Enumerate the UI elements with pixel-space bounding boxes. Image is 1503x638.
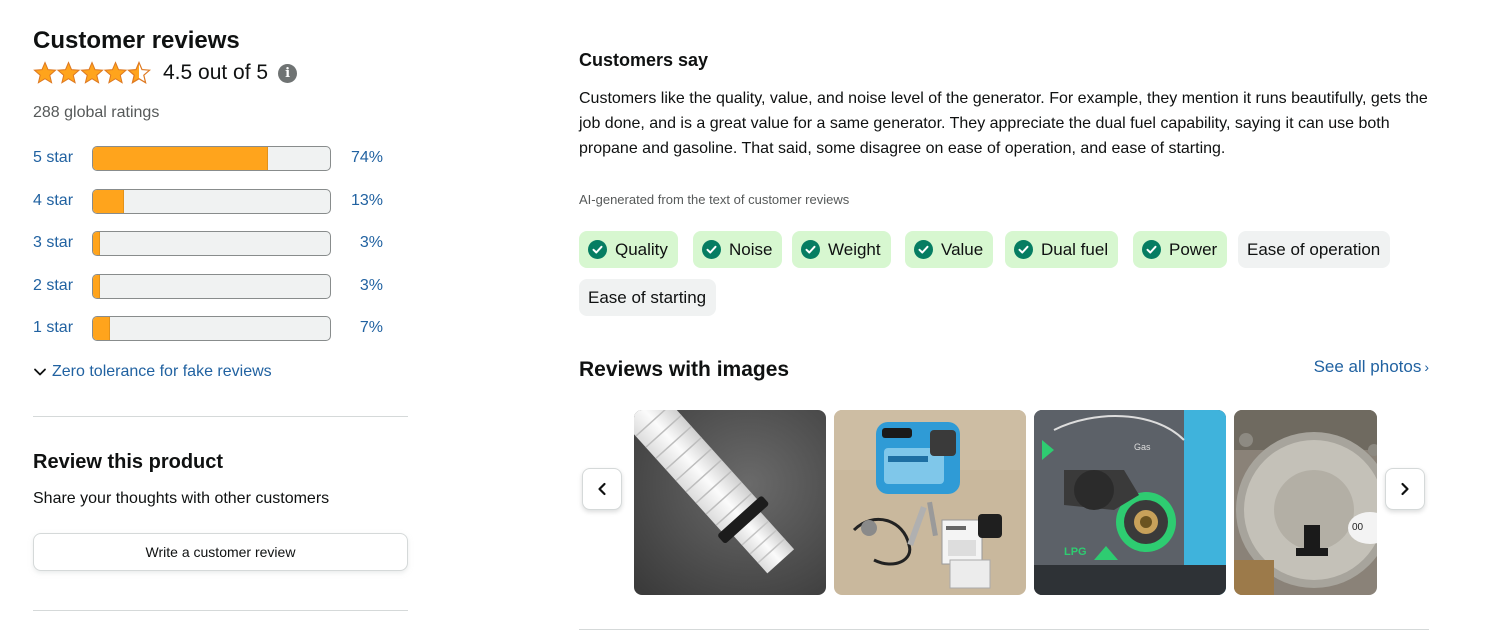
aspect-chip-label: Weight (828, 239, 881, 259)
aspect-chip-value[interactable]: Value (905, 231, 994, 268)
review-image: 00 (1234, 410, 1377, 595)
aspect-chip-dual-fuel[interactable]: Dual fuel (1005, 231, 1119, 268)
svg-text:Gas: Gas (1134, 442, 1151, 452)
zero-tolerance-label[interactable]: Zero tolerance for fake reviews (52, 363, 272, 381)
histogram-row-3-star[interactable]: 3 star 3% (33, 230, 393, 256)
histogram-bar[interactable] (92, 315, 331, 341)
review-image-thumbnail[interactable]: 00 (1234, 410, 1377, 595)
aspect-chip-label: Power (1169, 239, 1218, 259)
aspect-chip-ease-of-starting[interactable]: Ease of starting (579, 279, 717, 316)
histogram-row-4-star[interactable]: 4 star 13% (33, 188, 393, 214)
average-rating[interactable]: 4.5 out of 5 i (33, 61, 298, 85)
divider (33, 610, 408, 611)
check-circle-icon (588, 240, 607, 259)
reviews-with-images-title: Reviews with images (579, 358, 790, 381)
chevron-down-icon (34, 368, 46, 376)
histogram-bar[interactable] (92, 145, 331, 171)
divider (33, 416, 408, 417)
review-image (634, 410, 826, 595)
review-image-thumbnail[interactable] (634, 410, 826, 595)
histogram-percent[interactable]: 3% (331, 234, 383, 252)
check-circle-icon (1142, 240, 1161, 259)
aspect-chip-quality[interactable]: Quality (579, 231, 678, 268)
carousel-prev-button[interactable] (582, 468, 622, 510)
review-product-subtitle: Share your thoughts with other customers (33, 490, 330, 507)
histogram-percent[interactable]: 13% (331, 192, 383, 210)
aspect-chip-power[interactable]: Power (1133, 231, 1228, 268)
customers-say-title: Customers say (579, 50, 709, 70)
see-all-photos-label[interactable]: See all photos (1314, 357, 1422, 376)
divider (579, 629, 1429, 630)
histogram-bar[interactable] (92, 273, 331, 299)
svg-text:00: 00 (1352, 522, 1364, 533)
info-icon[interactable]: i (278, 63, 298, 83)
check-circle-icon (702, 240, 721, 259)
svg-text:LPG: LPG (1064, 546, 1087, 558)
aspect-chip-label: Noise (729, 239, 773, 259)
histogram-fill (93, 146, 269, 170)
aspect-chip-label: Quality (615, 239, 668, 259)
histogram-fill (93, 189, 124, 213)
carousel-next-button[interactable] (1385, 468, 1425, 510)
aspect-chip-weight[interactable]: Weight (792, 231, 891, 268)
aspect-chip-label: Value (941, 239, 984, 259)
review-image (834, 410, 1026, 595)
rating-text: 4.5 out of 5 (163, 61, 269, 84)
star-rating (33, 61, 151, 85)
ai-generated-note: AI-generated from the text of customer r… (579, 192, 850, 207)
aspect-chip-noise[interactable]: Noise (693, 231, 783, 268)
aspect-chip-label: Ease of starting (588, 287, 707, 307)
histogram-percent[interactable]: 3% (331, 277, 383, 295)
customer-reviews-title: Customer reviews (33, 27, 240, 54)
histogram-row-1-star[interactable]: 1 star 7% (33, 315, 393, 341)
histogram-bar[interactable] (92, 188, 331, 214)
histogram-fill (93, 231, 101, 255)
histogram-row-5-star[interactable]: 5 star 74% (33, 145, 393, 171)
write-review-button[interactable]: Write a customer review (33, 533, 408, 571)
check-circle-icon (914, 240, 933, 259)
aspect-chip-label: Ease of operation (1247, 239, 1381, 259)
customers-say-summary: Customers like the quality, value, and n… (579, 90, 1428, 157)
histogram-label[interactable]: 3 star (33, 234, 92, 252)
check-circle-icon (801, 240, 820, 259)
aspect-chip-ease-of-operation[interactable]: Ease of operation (1238, 231, 1391, 268)
see-all-photos-link[interactable]: See all photos › (1314, 357, 1429, 377)
histogram-label[interactable]: 4 star (33, 192, 92, 210)
histogram-percent[interactable]: 74% (331, 149, 383, 167)
review-image-thumbnail[interactable]: Gas LPG (1034, 410, 1226, 595)
check-circle-icon (1014, 240, 1033, 259)
review-image: Gas LPG (1034, 410, 1226, 595)
review-product-title: Review this product (33, 451, 224, 473)
review-images-carousel: Gas LPG 00 (634, 410, 1377, 595)
histogram-label[interactable]: 5 star (33, 149, 92, 167)
chevron-right-icon (1401, 482, 1409, 496)
chevron-left-icon (598, 482, 606, 496)
chevron-right-icon: › (1424, 359, 1429, 375)
histogram-percent[interactable]: 7% (331, 319, 383, 337)
histogram-label[interactable]: 1 star (33, 319, 92, 337)
histogram-fill (93, 274, 101, 298)
review-image-thumbnail[interactable] (834, 410, 1026, 595)
histogram-fill (93, 316, 110, 340)
global-ratings-count: 288 global ratings (33, 104, 160, 121)
zero-tolerance-link[interactable]: Zero tolerance for fake reviews (33, 363, 272, 381)
histogram-label[interactable]: 2 star (33, 277, 92, 295)
aspect-chip-label: Dual fuel (1041, 239, 1109, 259)
histogram-row-2-star[interactable]: 2 star 3% (33, 273, 393, 299)
histogram-bar[interactable] (92, 230, 331, 256)
stars-icon (33, 61, 151, 84)
